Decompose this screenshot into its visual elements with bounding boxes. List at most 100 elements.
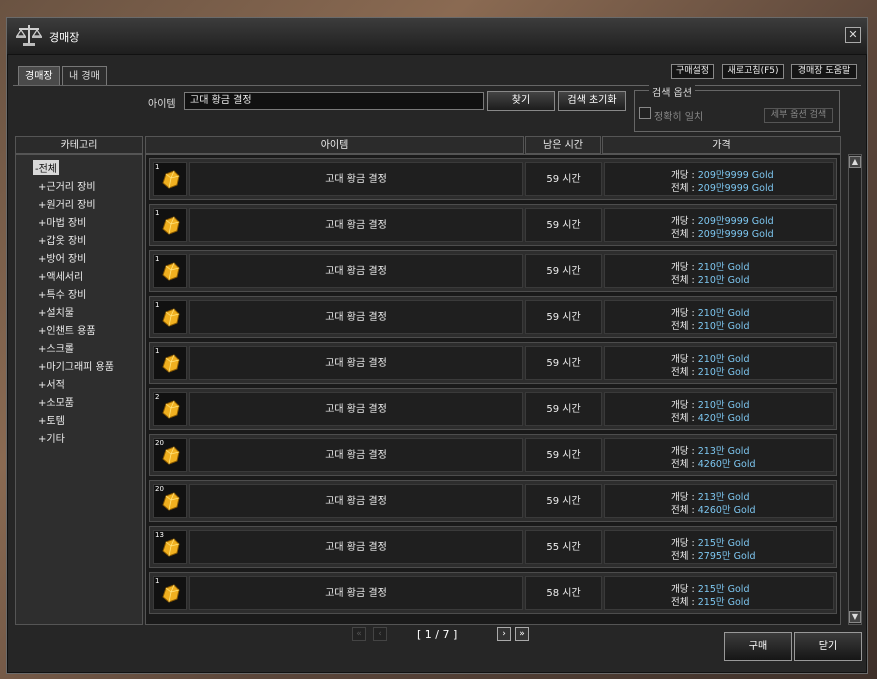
price-total-label: 전체 : <box>671 597 698 608</box>
item-slot[interactable]: 1 <box>153 576 187 610</box>
price-total: 전체 : 420만 Gold <box>671 410 749 424</box>
price-total-value: 4260만 Gold <box>697 505 756 516</box>
item-search-label: 아이템 <box>148 99 176 110</box>
category-scroll[interactable]: +스크롤 <box>38 340 74 355</box>
item-slot[interactable]: 1 <box>153 162 187 196</box>
gold-crystal-icon <box>162 262 180 281</box>
gold-crystal-icon <box>162 492 180 511</box>
close-icon[interactable]: ✕ <box>845 27 861 43</box>
category-etc[interactable]: +기타 <box>38 430 65 445</box>
category-defense[interactable]: +방어 장비 <box>38 250 86 265</box>
listing-row[interactable]: 2 고대 황금 결정 59 시간 개당 : 210만 Gold 전체 : 420만 Go… <box>149 388 837 430</box>
title-bar[interactable]: 경매장 ✕ <box>7 18 867 55</box>
purchase-settings-button[interactable]: 구매설정 <box>671 64 714 79</box>
category-ranged[interactable]: +원거리 장비 <box>38 196 96 211</box>
listing-scrollbar[interactable]: ▲ ▼ <box>848 154 862 625</box>
tab-auction[interactable]: 경매장 <box>18 66 60 86</box>
scroll-down-icon[interactable]: ▼ <box>849 611 861 623</box>
help-button[interactable]: 경매장 도움말 <box>791 64 857 79</box>
listing-row[interactable]: 1 고대 황금 결정 59 시간 개당 : 210만 Gold 전체 : 210만 Go… <box>149 342 837 384</box>
price-total-label: 전체 : <box>671 413 698 424</box>
last-page-icon[interactable]: » <box>515 627 529 641</box>
window-title: 경매장 <box>49 31 80 44</box>
exact-match-checkbox[interactable] <box>639 107 651 119</box>
item-slot[interactable]: 20 <box>153 438 187 472</box>
price-total: 전체 : 4260만 Gold <box>671 456 756 470</box>
item-slot[interactable]: 2 <box>153 392 187 426</box>
category-totem[interactable]: +토템 <box>38 412 65 427</box>
buy-button[interactable]: 구매 <box>724 632 792 661</box>
category-enchant[interactable]: +인챈트 용품 <box>38 322 96 337</box>
listing-row[interactable]: 1 고대 황금 결정 59 시간 개당 : 209만9999 Gold 전체 : 209… <box>149 204 837 246</box>
price-each: 개당 : 213만 Gold <box>671 489 749 503</box>
price-cell: 개당 : 210만 Gold 전체 : 210만 Gold <box>604 254 834 288</box>
tab-my-auction[interactable]: 내 경매 <box>62 66 107 86</box>
detail-options-button[interactable]: 세부 옵션 검색 <box>764 108 833 123</box>
gold-crystal-icon <box>162 446 180 465</box>
price-total-value: 420만 Gold <box>697 413 750 424</box>
price-total: 전체 : 210만 Gold <box>671 318 749 332</box>
next-page-icon[interactable]: › <box>497 627 511 641</box>
time-left: 59 시간 <box>525 392 602 426</box>
first-page-icon[interactable]: « <box>352 627 366 641</box>
price-cell: 개당 : 213만 Gold 전체 : 4260만 Gold <box>604 484 834 518</box>
item-name: 고대 황금 결정 <box>189 576 523 610</box>
item-name: 고대 황금 결정 <box>189 162 523 196</box>
item-slot[interactable]: 1 <box>153 346 187 380</box>
listing-row[interactable]: 1 고대 황금 결정 58 시간 개당 : 215만 Gold 전체 : 215만 Go… <box>149 572 837 614</box>
gold-crystal-icon <box>162 308 180 327</box>
price-cell: 개당 : 215만 Gold 전체 : 215만 Gold <box>604 576 834 610</box>
price-header[interactable]: 가격 <box>602 136 841 154</box>
price-total-value: 4260만 Gold <box>697 459 756 470</box>
listing-row[interactable]: 1 고대 황금 결정 59 시간 개당 : 210만 Gold 전체 : 210만 Go… <box>149 250 837 292</box>
time-left-header[interactable]: 남은 시간 <box>525 136 601 154</box>
category-consumable[interactable]: +소모품 <box>38 394 74 409</box>
price-each: 개당 : 215만 Gold <box>671 535 749 549</box>
price-total-label: 전체 : <box>671 459 698 470</box>
item-name: 고대 황금 결정 <box>189 438 523 472</box>
find-button[interactable]: 찾기 <box>487 91 555 111</box>
price-each: 개당 : 210만 Gold <box>671 351 749 365</box>
price-total-value: 210만 Gold <box>697 321 750 332</box>
item-slot[interactable]: 1 <box>153 254 187 288</box>
item-name: 고대 황금 결정 <box>189 254 523 288</box>
item-slot[interactable]: 1 <box>153 208 187 242</box>
scroll-up-icon[interactable]: ▲ <box>849 156 861 168</box>
price-cell: 개당 : 210만 Gold 전체 : 210만 Gold <box>604 346 834 380</box>
close-button[interactable]: 닫기 <box>794 632 862 661</box>
item-name: 고대 황금 결정 <box>189 484 523 518</box>
listing-row[interactable]: 1 고대 황금 결정 59 시간 개당 : 210만 Gold 전체 : 210만 Go… <box>149 296 837 338</box>
category-special[interactable]: +특수 장비 <box>38 286 86 301</box>
item-slot[interactable]: 20 <box>153 484 187 518</box>
category-magigraphy[interactable]: +마기그래피 용품 <box>38 358 114 373</box>
time-left: 59 시간 <box>525 484 602 518</box>
category-melee[interactable]: +근거리 장비 <box>38 178 96 193</box>
reset-search-button[interactable]: 검색 초기화 <box>558 91 626 111</box>
item-header[interactable]: 아이템 <box>145 136 524 154</box>
gold-crystal-icon <box>162 584 180 603</box>
item-search-input[interactable]: 고대 황금 결정 <box>184 92 484 110</box>
listing-row[interactable]: 20 고대 황금 결정 59 시간 개당 : 213만 Gold 전체 : 4260만 … <box>149 480 837 522</box>
auction-window: 경매장 ✕ 경매장 내 경매 구매설정 새로고침(F5) 경매장 도움말 아이템… <box>6 17 868 674</box>
prev-page-icon[interactable]: ‹ <box>373 627 387 641</box>
category-accessory[interactable]: +액세서리 <box>38 268 83 283</box>
listing-row[interactable]: 1 고대 황금 결정 59 시간 개당 : 209만9999 Gold 전체 : 209… <box>149 158 837 200</box>
item-slot[interactable]: 1 <box>153 300 187 334</box>
price-total: 전체 : 209만9999 Gold <box>671 226 774 240</box>
price-total-value: 215만 Gold <box>697 597 750 608</box>
gold-crystal-icon <box>162 400 180 419</box>
price-total-label: 전체 : <box>671 183 698 194</box>
tab-divider <box>13 85 861 86</box>
refresh-button[interactable]: 새로고침(F5) <box>722 64 784 79</box>
category-armor[interactable]: +갑옷 장비 <box>38 232 86 247</box>
category-installation[interactable]: +설치물 <box>38 304 74 319</box>
category-book[interactable]: +서적 <box>38 376 65 391</box>
item-name: 고대 황금 결정 <box>189 346 523 380</box>
listing-row[interactable]: 13 고대 황금 결정 55 시간 개당 : 215만 Gold 전체 : 2795만 … <box>149 526 837 568</box>
item-slot[interactable]: 13 <box>153 530 187 564</box>
price-total-label: 전체 : <box>671 551 698 562</box>
category-magic[interactable]: +마법 장비 <box>38 214 86 229</box>
gold-crystal-icon <box>162 170 180 189</box>
category-all[interactable]: -전체 <box>33 160 60 175</box>
listing-row[interactable]: 20 고대 황금 결정 59 시간 개당 : 213만 Gold 전체 : 4260만 … <box>149 434 837 476</box>
